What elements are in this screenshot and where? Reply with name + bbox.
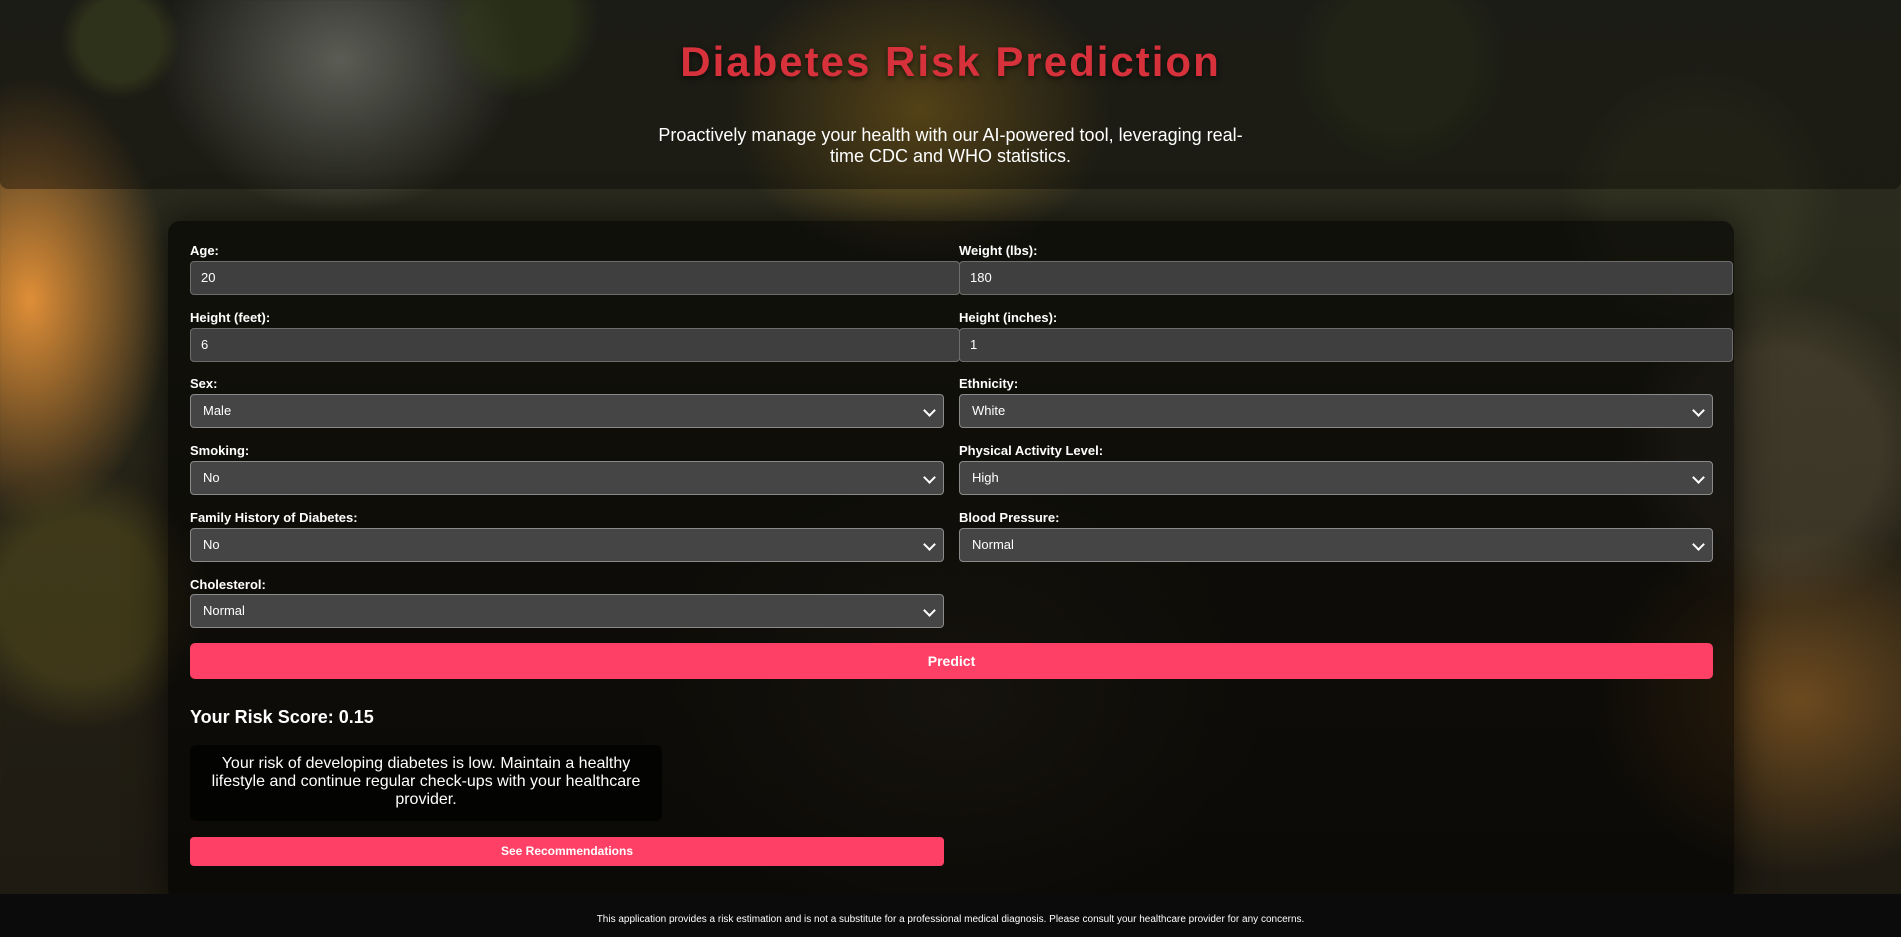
risk-score: Your Risk Score: 0.15 <box>190 707 374 727</box>
ethnicity-select[interactable]: White <box>959 394 1713 428</box>
cholesterol-select[interactable]: Normal <box>190 594 944 628</box>
predict-button[interactable]: Predict <box>190 643 1713 679</box>
page-subtitle: Proactively manage your health with our … <box>658 125 1243 166</box>
ethnicity-select-value: White <box>972 403 1006 418</box>
chevron-down-icon <box>923 404 936 417</box>
blood-pressure-label: Blood Pressure: <box>959 510 1060 525</box>
chevron-down-icon <box>1692 404 1705 417</box>
activity-select[interactable]: High <box>959 461 1713 495</box>
height-feet-input[interactable]: 6 <box>190 328 960 362</box>
risk-message: Your risk of developing diabetes is low.… <box>190 745 662 821</box>
chevron-down-icon <box>1692 538 1705 551</box>
see-recommendations-button[interactable]: See Recommendations <box>190 837 944 866</box>
weight-input[interactable]: 180 <box>959 261 1733 295</box>
blood-pressure-select-value: Normal <box>972 537 1014 552</box>
height-inches-label: Height (inches): <box>959 310 1058 325</box>
chevron-down-icon <box>923 604 936 617</box>
height-feet-label: Height (feet): <box>190 310 271 325</box>
ethnicity-label: Ethnicity: <box>959 376 1019 391</box>
footer-disclaimer: This application provides a risk estimat… <box>0 894 1901 937</box>
activity-select-value: High <box>972 470 999 485</box>
height-inches-input[interactable]: 1 <box>959 328 1733 362</box>
sex-select[interactable]: Male <box>190 394 944 428</box>
chevron-down-icon <box>1692 471 1705 484</box>
sex-select-value: Male <box>203 403 232 418</box>
page-header: Diabetes Risk Prediction Proactively man… <box>0 0 1901 189</box>
cholesterol-select-value: Normal <box>203 603 245 618</box>
cholesterol-label: Cholesterol: <box>190 577 266 592</box>
sex-label: Sex: <box>190 376 218 391</box>
age-input[interactable]: 20 <box>190 261 960 295</box>
family-history-select[interactable]: No <box>190 528 944 562</box>
weight-label: Weight (lbs): <box>959 243 1038 258</box>
age-label: Age: <box>190 243 219 258</box>
chevron-down-icon <box>923 538 936 551</box>
smoking-select[interactable]: No <box>190 461 944 495</box>
smoking-label: Smoking: <box>190 443 250 458</box>
smoking-select-value: No <box>203 470 220 485</box>
activity-label: Physical Activity Level: <box>959 443 1104 458</box>
chevron-down-icon <box>923 471 936 484</box>
page-title: Diabetes Risk Prediction <box>680 38 1221 85</box>
family-history-label: Family History of Diabetes: <box>190 510 358 525</box>
blood-pressure-select[interactable]: Normal <box>959 528 1713 562</box>
family-history-select-value: No <box>203 537 220 552</box>
